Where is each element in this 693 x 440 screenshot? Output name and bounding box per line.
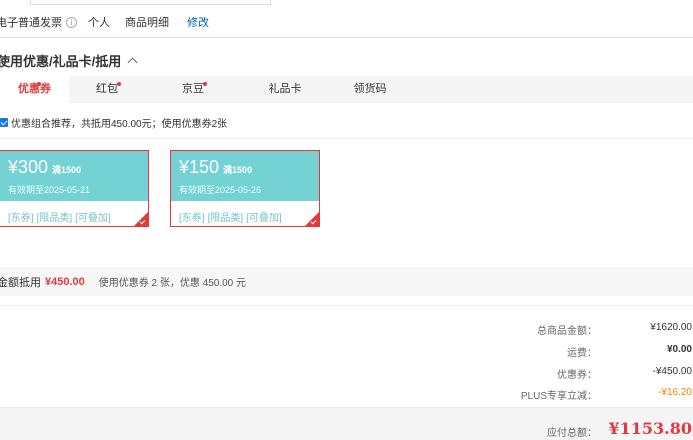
coupon-amount: ¥300 满1500 xyxy=(8,157,81,178)
tab-coupons[interactable]: 优惠券 xyxy=(0,76,69,103)
section-title: 使用优惠/礼品卡/抵用 xyxy=(0,54,122,69)
coupon-discount-row: 优惠券： -¥450.00 xyxy=(0,366,693,381)
coupon-tags: [东券] [限品类] [可叠加] xyxy=(8,209,114,224)
divider xyxy=(0,305,693,306)
invoice-type: 电子普通发票 xyxy=(0,17,62,29)
tab-label: 领货码 xyxy=(353,83,387,95)
total-value: -¥450.00 xyxy=(652,366,692,377)
new-dot-icon xyxy=(117,82,121,86)
recommend-text: 优惠组合推荐，共抵用450.00元；使用优惠券2张 xyxy=(11,118,228,130)
invoice-content: 商品明细 xyxy=(125,17,169,29)
invoice-title-type: 个人 xyxy=(88,17,110,29)
discount-summary-bar: 金额抵用 ¥450.00 使用优惠券 2 张，优惠 450.00 元 xyxy=(0,267,693,296)
total-label: PLUS专享立减： xyxy=(520,391,597,402)
recommend-combo: 优惠组合推荐，共抵用450.00元；使用优惠券2张 xyxy=(0,115,228,130)
coupon-card[interactable]: ¥300 满1500 有效期至2025-05-21 [东券] [限品类] [可叠加] xyxy=(0,150,149,227)
coupon-value: ¥150 xyxy=(179,157,220,177)
payable-amount: ¥1153.80 xyxy=(608,419,693,438)
total-label: 优惠券： xyxy=(557,370,597,381)
invoice-box-edge xyxy=(30,0,271,5)
coupon-head: ¥300 满1500 有效期至2025-05-21 xyxy=(0,151,148,201)
coupon-tag: [可叠加] xyxy=(246,213,282,224)
info-icon[interactable]: i xyxy=(66,16,77,28)
coupon-amount: ¥150 满1500 xyxy=(179,157,252,178)
chevron-up-icon[interactable] xyxy=(127,57,138,68)
coupon-tags: [东券] [限品类] [可叠加] xyxy=(179,209,285,224)
payable-bar: 应付总额： ¥1153.80 xyxy=(0,407,693,440)
total-label: 总商品金额： xyxy=(537,326,597,337)
coupon-card[interactable]: ¥150 满1500 有效期至2025-05-26 [东券] [限品类] [可叠加] xyxy=(170,150,320,227)
tab-label: 优惠券 xyxy=(18,83,51,95)
recommend-checkbox[interactable] xyxy=(0,117,8,127)
new-dot-icon xyxy=(203,82,207,86)
summary-label: 金额抵用 xyxy=(0,276,41,289)
edit-invoice-link[interactable]: 修改 xyxy=(187,14,209,30)
total-value: ¥1620.00 xyxy=(650,322,692,333)
total-value: ¥0.00 xyxy=(666,344,692,355)
total-label: 运费： xyxy=(567,348,597,359)
total-goods-row: 总商品金额： ¥1620.00 xyxy=(0,322,693,337)
tab-label: 红包 xyxy=(96,83,118,95)
coupon-condition: 满1500 xyxy=(52,165,82,175)
coupon-tag: [东券] xyxy=(179,213,205,224)
summary-desc: 使用优惠券 2 张，优惠 450.00 元 xyxy=(98,278,247,289)
summary-amount: ¥450.00 xyxy=(45,275,85,288)
tab-label: 礼品卡 xyxy=(268,83,302,95)
payable-label: 应付总额： xyxy=(547,428,597,439)
shipping-row: 运费： ¥0.00 xyxy=(0,344,693,359)
tab-jd-beans[interactable]: 京豆 xyxy=(168,76,218,103)
tab-label: 京豆 xyxy=(182,83,204,95)
divider xyxy=(0,138,693,139)
new-dot-icon xyxy=(37,82,41,86)
tab-redeem-code[interactable]: 领货码 xyxy=(343,76,397,103)
coupon-condition: 满1500 xyxy=(223,165,253,175)
coupon-tag: [东券] xyxy=(8,213,34,224)
coupon-expire: 有效期至2025-05-21 xyxy=(8,185,91,195)
tab-red-packet[interactable]: 红包 xyxy=(82,76,132,103)
coupon-tag: [可叠加] xyxy=(75,213,111,224)
coupon-tag: [限品类] xyxy=(207,213,244,224)
tab-gift-card[interactable]: 礼品卡 xyxy=(258,76,312,103)
total-value: -¥16.20 xyxy=(658,387,692,398)
coupon-expire: 有效期至2025-05-26 xyxy=(179,185,262,195)
coupon-tag: [限品类] xyxy=(36,213,73,224)
divider xyxy=(0,37,693,38)
discount-section-header[interactable]: 使用优惠/礼品卡/抵用 xyxy=(0,51,138,70)
invoice-row: 电子普通发票 i 个人 商品明细 修改 xyxy=(0,14,209,30)
discount-tabs: 优惠券 红包 京豆 礼品卡 领货码 xyxy=(0,76,693,103)
coupon-value: ¥300 xyxy=(8,157,49,177)
coupon-head: ¥150 满1500 有效期至2025-05-26 xyxy=(171,151,319,201)
plus-discount-row: PLUS专享立减： -¥16.20 xyxy=(0,387,693,402)
